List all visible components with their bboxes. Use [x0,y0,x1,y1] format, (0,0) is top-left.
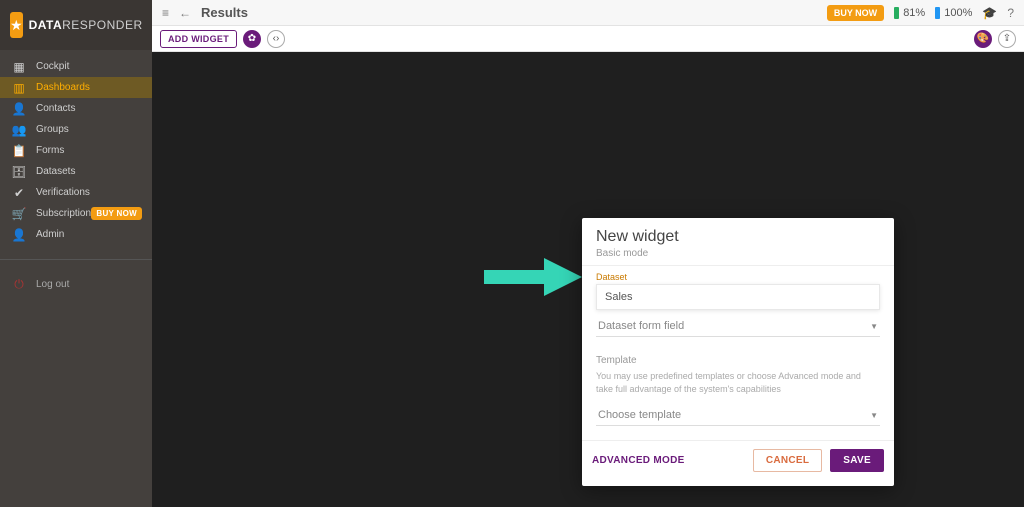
sidebar-item-logout[interactable]: ⏻ Log out [0,274,152,295]
sidebar-item-contacts[interactable]: 👤 Contacts [0,98,152,119]
advanced-mode-button[interactable]: ADVANCED MODE [592,455,685,466]
brand-strong: DATA [29,18,63,32]
sidebar-item-label: Groups [36,124,142,135]
save-button[interactable]: SAVE [830,449,884,472]
back-icon[interactable]: ← [179,6,191,20]
dataset-value: Sales [605,291,633,303]
brand-name: DATARESPONDER [29,18,143,32]
pointer-arrow [484,258,582,296]
sidebar-item-label: Verifications [36,187,142,198]
dataset-label: Dataset [596,272,880,282]
academic-icon[interactable]: 🎓 [982,6,997,20]
dashboard-canvas: New widget Basic mode Dataset Sales Data… [152,52,1024,507]
sidebar-item-label: Cockpit [36,61,142,72]
sidebar-item-cockpit[interactable]: ▦ Cockpit [0,56,152,77]
sidebar-item-subscription[interactable]: 🛒 Subscription BUY NOW [0,203,152,224]
admin-icon: 👤 [10,228,28,242]
palette-icon[interactable]: 🎨 [974,30,992,48]
person-icon: 👤 [10,102,28,116]
status-level: 100% [935,7,972,19]
bars-icon: ▥ [10,81,28,95]
add-widget-button[interactable]: ADD WIDGET [160,30,237,48]
dashboard-icon: ▦ [10,60,28,74]
status-value: 81% [903,7,925,19]
menu-icon[interactable]: ≡ [162,6,169,20]
template-section: Template You may use predefined template… [582,349,894,430]
extension-icon[interactable]: ✿ [243,30,261,48]
sidebar-item-label: Subscription [36,208,91,219]
brand-logo: DATARESPONDER [0,0,152,50]
sidebar-item-label: Datasets [36,166,142,177]
template-help-text: You may use predefined templates or choo… [596,370,880,395]
dialog-header: New widget Basic mode [582,218,894,266]
dataset-select[interactable]: Sales [596,284,880,310]
sidebar-item-forms[interactable]: 📋 Forms [0,140,152,161]
sidebar-item-label: Dashboards [36,82,142,93]
form-field-select[interactable]: Dataset form field ▼ [596,316,880,337]
people-icon: 👥 [10,123,28,137]
dialog-title: New widget [596,228,880,246]
code-icon[interactable]: ‹› [267,30,285,48]
star-icon [10,12,23,38]
cancel-button[interactable]: CANCEL [753,449,822,472]
share-icon[interactable]: ⇪ [998,30,1016,48]
brand-light: RESPONDER [62,18,143,32]
database-icon: 🗄 [10,165,28,179]
dataset-section: Dataset Sales Dataset form field ▼ [582,266,894,341]
help-icon[interactable]: ? [1007,6,1014,20]
sidebar-item-verifications[interactable]: ✔ Verifications [0,182,152,203]
sidebar-item-datasets[interactable]: 🗄 Datasets [0,161,152,182]
nav-divider [0,259,152,260]
template-select[interactable]: Choose template ▼ [596,405,880,426]
shield-check-icon: ✔ [10,186,28,200]
cart-icon: 🛒 [10,207,28,221]
template-label: Template [596,355,880,366]
template-placeholder: Choose template [598,409,681,421]
caret-down-icon: ▼ [870,322,878,331]
sidebar-item-label: Admin [36,229,142,240]
status-value: 100% [944,7,972,19]
dialog-subtitle: Basic mode [596,248,880,259]
page-title: Results [201,5,248,20]
main-area: ≡ ← Results BUY NOW 81% 100% 🎓 ? ADD WID… [152,0,1024,507]
buy-now-button[interactable]: BUY NOW [827,5,884,21]
dialog-actions: ADVANCED MODE CANCEL SAVE [582,440,894,480]
new-widget-dialog: New widget Basic mode Dataset Sales Data… [582,218,894,486]
clipboard-icon: 📋 [10,144,28,158]
sidebar-item-label: Forms [36,145,142,156]
caret-down-icon: ▼ [870,411,878,420]
buy-now-badge[interactable]: BUY NOW [91,207,142,220]
form-field-placeholder: Dataset form field [598,320,684,332]
sidebar-item-admin[interactable]: 👤 Admin [0,224,152,245]
sidebar: DATARESPONDER ▦ Cockpit ▥ Dashboards 👤 C… [0,0,152,507]
dashboard-toolbar: ADD WIDGET ✿ ‹› 🎨 ⇪ [152,26,1024,52]
sidebar-item-dashboards[interactable]: ▥ Dashboards [0,77,152,98]
level-icon [935,7,940,19]
sidebar-item-label: Contacts [36,103,142,114]
topbar: ≡ ← Results BUY NOW 81% 100% 🎓 ? [152,0,1024,26]
sidebar-item-groups[interactable]: 👥 Groups [0,119,152,140]
power-icon: ⏻ [10,277,28,292]
sidebar-item-label: Log out [36,279,142,290]
battery-icon [894,7,899,19]
status-battery: 81% [894,7,925,19]
sidebar-nav: ▦ Cockpit ▥ Dashboards 👤 Contacts 👥 Grou… [0,50,152,295]
